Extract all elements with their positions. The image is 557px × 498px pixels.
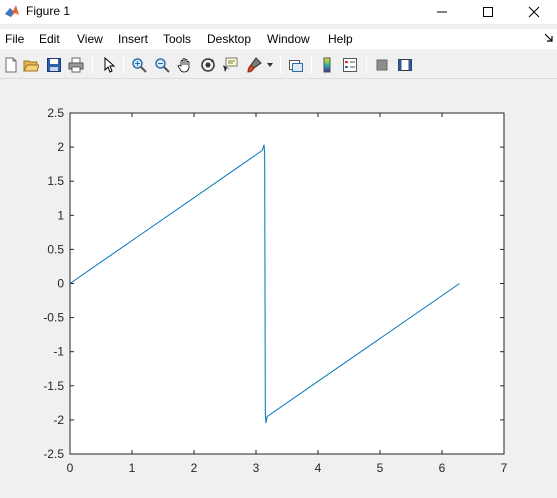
y-tick-label: 0.5 xyxy=(47,242,64,256)
hide-plot-tools-icon xyxy=(376,59,388,71)
menu-bar: File Edit View Insert Tools Desktop Wind… xyxy=(0,29,557,49)
insert-colorbar-button[interactable] xyxy=(316,54,338,76)
minimize-button[interactable] xyxy=(419,0,465,24)
rotate-3d-button[interactable] xyxy=(197,54,219,76)
folder-open-icon xyxy=(23,60,39,72)
data-cursor-icon xyxy=(223,57,238,72)
x-tick-label: 5 xyxy=(377,461,384,475)
zoom-in-icon xyxy=(132,58,147,73)
show-plot-tools-icon xyxy=(398,59,412,71)
colorbar-icon xyxy=(323,57,331,73)
open-file-button[interactable] xyxy=(20,54,42,76)
chevron-down-icon xyxy=(267,63,273,67)
menu-insert[interactable]: Insert xyxy=(118,32,148,46)
brush-icon xyxy=(247,57,262,73)
minimize-icon xyxy=(437,11,447,13)
y-tick-label: -2 xyxy=(53,413,64,427)
menu-edit[interactable]: Edit xyxy=(39,32,60,46)
menu-tools[interactable]: Tools xyxy=(163,32,191,46)
y-tick-label: 1.5 xyxy=(47,174,64,188)
matlab-logo-icon xyxy=(4,3,20,19)
menu-view[interactable]: View xyxy=(77,32,103,46)
brush-button[interactable] xyxy=(243,54,265,76)
menu-window[interactable]: Window xyxy=(267,32,310,46)
save-button[interactable] xyxy=(43,54,65,76)
maximize-button[interactable] xyxy=(465,0,511,24)
close-icon xyxy=(528,6,540,18)
y-tick-label: 2.5 xyxy=(47,106,64,120)
new-figure-button[interactable] xyxy=(0,54,22,76)
y-tick-label: -1 xyxy=(53,345,64,359)
figure-canvas: 0 1 2 3 4 5 6 7 -2.5 -2 -1.5 -1 -0.5 0 0.5 1 1.5 2 2.5 xyxy=(0,80,557,498)
close-button[interactable] xyxy=(511,0,557,24)
x-tick-label: 4 xyxy=(315,461,322,475)
menu-help[interactable]: Help xyxy=(328,32,353,46)
legend-icon xyxy=(343,58,357,72)
y-tick-label: -2.5 xyxy=(43,447,64,461)
show-plot-tools-button[interactable] xyxy=(394,54,416,76)
printer-icon xyxy=(68,57,84,73)
y-tick-label: 2 xyxy=(57,140,64,154)
link-plot-icon xyxy=(289,60,303,72)
menu-desktop[interactable]: Desktop xyxy=(207,32,251,46)
title-bar: Figure 1 xyxy=(0,0,557,24)
hand-icon xyxy=(177,58,190,73)
menu-file[interactable]: File xyxy=(5,32,24,46)
insert-legend-button[interactable] xyxy=(339,54,361,76)
zoom-in-button[interactable] xyxy=(128,54,150,76)
x-tick-label: 0 xyxy=(67,461,74,475)
window-title: Figure 1 xyxy=(26,4,71,18)
y-tick-label: 0 xyxy=(57,277,64,291)
print-button[interactable] xyxy=(65,54,87,76)
y-tick-label: -1.5 xyxy=(43,379,64,393)
line-plot[interactable]: 0 1 2 3 4 5 6 7 -2.5 -2 -1.5 -1 -0.5 0 0.5 1 1.5 2 2.5 xyxy=(0,80,557,498)
arrow-pointer-icon xyxy=(104,57,116,73)
edit-plot-button[interactable] xyxy=(98,54,120,76)
zoom-out-button[interactable] xyxy=(151,54,173,76)
data-cursor-button[interactable] xyxy=(219,54,241,76)
x-tick-label: 6 xyxy=(439,461,446,475)
zoom-out-icon xyxy=(155,58,170,73)
hide-plot-tools-button[interactable] xyxy=(371,54,393,76)
save-icon xyxy=(47,58,61,72)
x-tick-label: 7 xyxy=(501,461,508,475)
y-tick-label: -0.5 xyxy=(43,311,64,325)
x-tick-label: 3 xyxy=(253,461,260,475)
brush-dropdown-button[interactable] xyxy=(264,54,276,76)
y-tick-label: 1 xyxy=(57,208,64,222)
dock-arrow-icon[interactable] xyxy=(544,32,554,42)
figure-toolbar xyxy=(0,51,557,79)
x-tick-label: 1 xyxy=(129,461,136,475)
rotate-3d-icon xyxy=(201,58,215,72)
pan-button[interactable] xyxy=(174,54,196,76)
x-tick-label: 2 xyxy=(191,461,198,475)
new-file-icon xyxy=(5,57,17,73)
link-plot-button[interactable] xyxy=(285,54,307,76)
maximize-icon xyxy=(483,7,493,17)
